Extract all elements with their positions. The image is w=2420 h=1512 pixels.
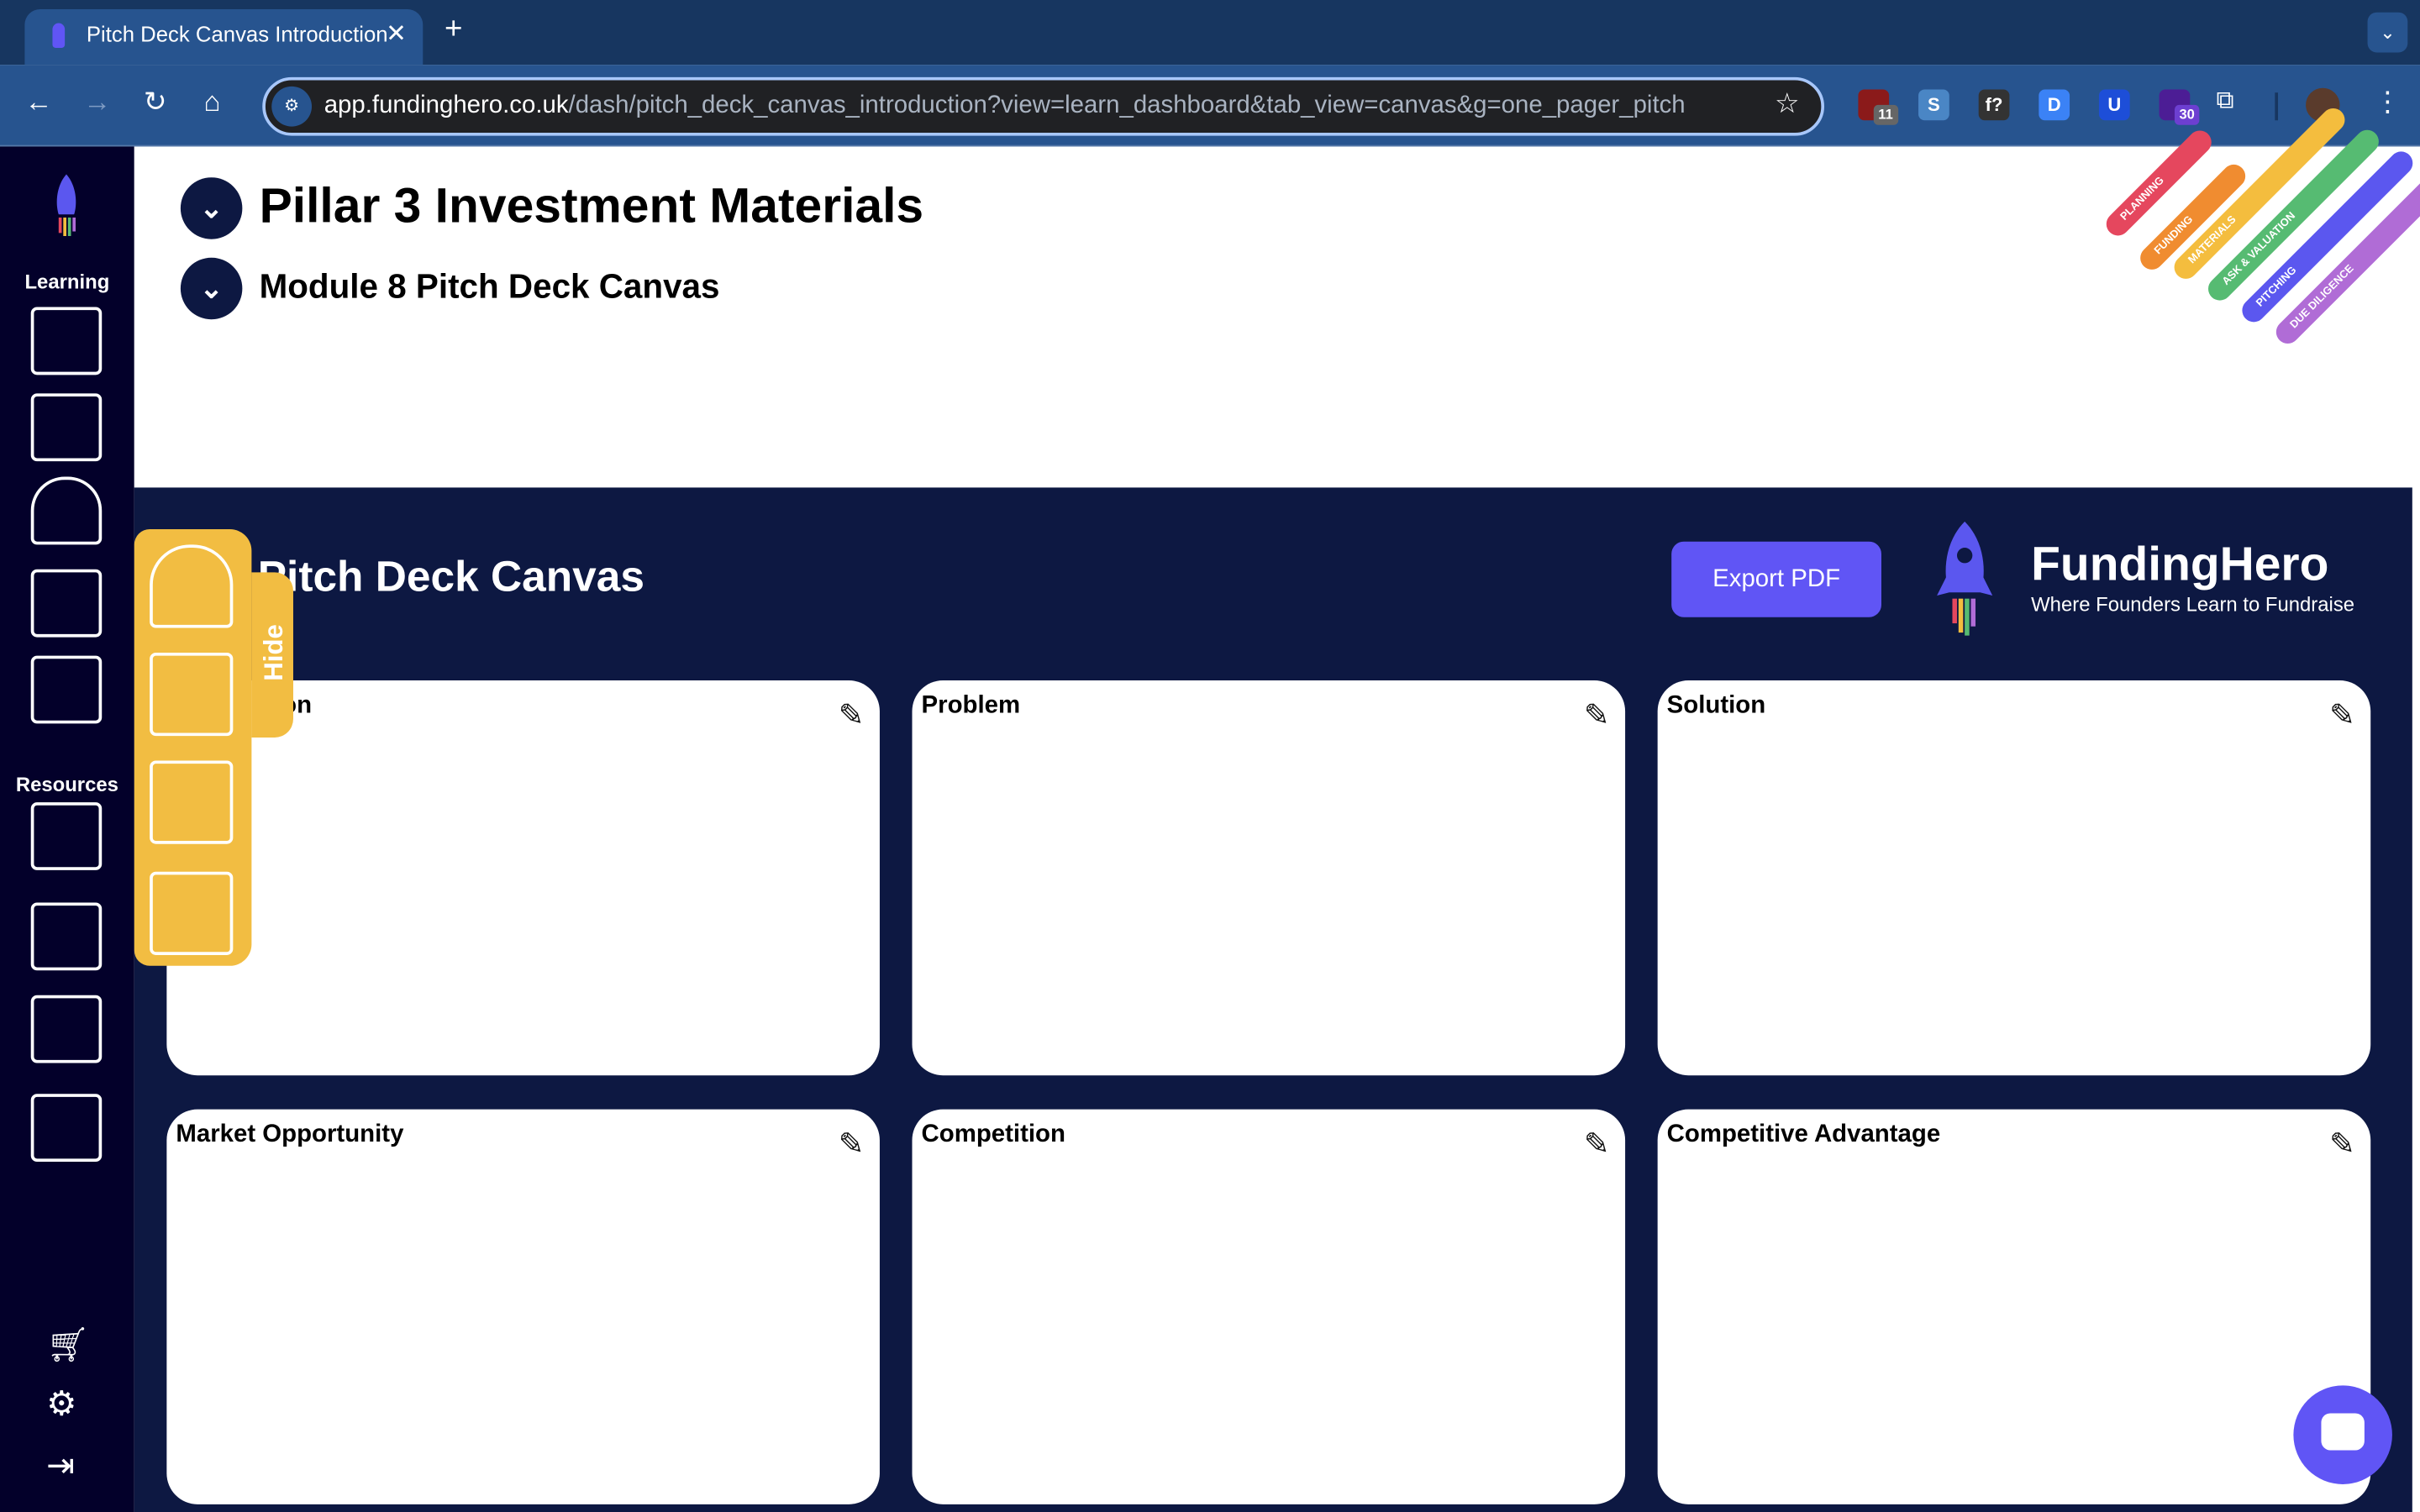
close-tab-icon[interactable]: ✕ bbox=[386, 18, 407, 50]
chat-bubble-icon bbox=[2321, 1413, 2365, 1451]
browser-menu-icon[interactable]: ⋮ bbox=[2374, 87, 2402, 119]
edit-pencil-icon[interactable]: ✎ bbox=[2329, 696, 2355, 734]
tab-search-chevron-icon[interactable]: ⌄ bbox=[2367, 12, 2408, 53]
extension-badge: 30 bbox=[2174, 104, 2200, 125]
diamond-extension-icon[interactable]: 30 bbox=[2159, 89, 2200, 125]
url-path: /dash/pitch_deck_canvas_introduction?vie… bbox=[568, 92, 1686, 119]
module-collapse-chevron-icon[interactable]: ⌄ bbox=[180, 257, 243, 320]
home-icon[interactable]: ⌂ bbox=[203, 87, 220, 119]
address-bar[interactable]: ⚙ app.fundinghero.co.uk/dash/pitch_deck_… bbox=[262, 76, 1825, 136]
d-extension-icon[interactable]: D bbox=[2039, 89, 2070, 121]
presentation-stats-icon[interactable] bbox=[30, 902, 103, 971]
extension-glyph: S bbox=[1928, 94, 1940, 116]
ai-head-icon[interactable] bbox=[30, 476, 103, 545]
toolbar-divider bbox=[2275, 92, 2279, 121]
clipboard-report-icon[interactable] bbox=[30, 569, 103, 638]
brand-tagline: Where Founders Learn to Fundraise bbox=[2031, 592, 2355, 616]
new-tab-button[interactable]: + bbox=[445, 13, 462, 48]
edit-pencil-icon[interactable]: ✎ bbox=[1584, 1125, 1610, 1163]
rocket-logo-icon bbox=[56, 174, 76, 237]
module-title: Module 8 Pitch Deck Canvas bbox=[259, 266, 720, 306]
cart-icon[interactable]: 🛒︎ bbox=[46, 1326, 89, 1366]
canvas-title: Pitch Deck Canvas bbox=[257, 552, 644, 601]
card-label: Solution bbox=[1666, 692, 1766, 719]
settings-gear-icon[interactable]: ⚙ bbox=[46, 1384, 76, 1425]
hide-label: Hide bbox=[259, 624, 289, 681]
card-label: Market Opportunity bbox=[176, 1121, 404, 1148]
presenter-monitor-icon[interactable] bbox=[150, 652, 234, 737]
pillar-collapse-chevron-icon[interactable]: ⌄ bbox=[180, 177, 243, 239]
site-settings-icon[interactable]: ⚙ bbox=[271, 86, 313, 127]
browser-toolbar: ← → ↻ ⌂ ⚙ app.fundinghero.co.uk/dash/pit… bbox=[0, 65, 2420, 147]
checklist-funding-icon[interactable] bbox=[30, 802, 103, 870]
canvas-card[interactable]: Market Opportunity ✎ bbox=[166, 1109, 880, 1504]
dashboard-monitor-icon[interactable] bbox=[30, 307, 103, 375]
canvas-card[interactable]: Description✎ bbox=[166, 680, 880, 1076]
hide-panel-tab[interactable]: Hide bbox=[251, 572, 293, 738]
tab-title: Pitch Deck Canvas Introduction bbox=[86, 21, 388, 47]
edit-pencil-icon[interactable]: ✎ bbox=[2329, 1125, 2355, 1163]
s-extension-icon[interactable]: S bbox=[1918, 89, 1949, 121]
blueprint-chart-icon[interactable] bbox=[30, 393, 103, 462]
card-label: Competitive Advantage bbox=[1666, 1121, 1941, 1148]
lockers-icon[interactable] bbox=[30, 995, 103, 1063]
extension-glyph: f? bbox=[1985, 94, 2003, 116]
extension-glyph: D bbox=[2047, 94, 2061, 116]
resources-label: Resources bbox=[15, 773, 118, 796]
browser-tab-bar: Pitch Deck Canvas Introduction ✕ + ⌄ bbox=[0, 0, 2420, 66]
pitch-deck-canvas: Pitch Deck Canvas Export PDF FundingHero… bbox=[134, 487, 2412, 1512]
document-search-icon[interactable] bbox=[30, 1094, 103, 1163]
canvas-card[interactable]: Solution ✎ bbox=[1657, 680, 2371, 1076]
browser-tab[interactable]: Pitch Deck Canvas Introduction ✕ bbox=[24, 9, 424, 66]
fundinghero-rocket-logo bbox=[1937, 521, 1993, 636]
rocket-favicon-icon bbox=[52, 23, 66, 48]
url-text[interactable]: app.fundinghero.co.uk/dash/pitch_deck_ca… bbox=[324, 92, 1686, 120]
card-label: Competition bbox=[921, 1121, 1065, 1148]
u-extension-icon[interactable]: U bbox=[2098, 89, 2130, 121]
extensions-puzzle-icon[interactable]: ⧉ bbox=[2217, 88, 2234, 116]
speedometer-monitor-icon[interactable] bbox=[150, 544, 234, 628]
export-pdf-button[interactable]: Export PDF bbox=[1671, 541, 1881, 617]
canvas-card[interactable]: Problem ✎ bbox=[912, 680, 1626, 1076]
certificate-icon[interactable] bbox=[30, 655, 103, 724]
page-header: ⌄ Pillar 3 Investment Materials ⌄ Module… bbox=[134, 103, 2420, 488]
forward-icon[interactable]: → bbox=[83, 87, 111, 119]
reload-icon[interactable]: ↻ bbox=[144, 87, 167, 119]
extension-badge: 11 bbox=[1873, 104, 1898, 125]
sidebar: Learning Resources 🛒︎ ⚙ ⇥ bbox=[0, 146, 134, 1512]
brand-name: FundingHero bbox=[2031, 537, 2329, 591]
bookmark-star-icon[interactable]: ☆ bbox=[1775, 88, 1800, 121]
ublock-icon[interactable]: 11 bbox=[1858, 89, 1898, 125]
checklist-clock-icon[interactable] bbox=[150, 871, 234, 955]
learning-label: Learning bbox=[24, 270, 110, 293]
quick-tools-panel bbox=[134, 529, 252, 966]
formula-extension-icon[interactable]: f? bbox=[1978, 89, 2010, 121]
extension-glyph: U bbox=[2107, 94, 2122, 116]
chat-support-button[interactable] bbox=[2293, 1385, 2392, 1484]
edit-pencil-icon[interactable]: ✎ bbox=[839, 696, 865, 734]
url-host: app.fundinghero.co.uk bbox=[324, 92, 569, 119]
back-icon[interactable]: ← bbox=[24, 87, 52, 119]
card-label: Problem bbox=[921, 692, 1021, 719]
canvas-card[interactable]: Competitive Advantage ✎ bbox=[1657, 1109, 2371, 1504]
pillar-title: Pillar 3 Investment Materials bbox=[259, 177, 924, 234]
edit-pencil-icon[interactable]: ✎ bbox=[1584, 696, 1610, 734]
logout-icon[interactable]: ⇥ bbox=[46, 1446, 75, 1486]
canvas-card[interactable]: Competition ✎ bbox=[912, 1109, 1626, 1504]
lockers-icon[interactable] bbox=[150, 760, 234, 844]
edit-pencil-icon[interactable]: ✎ bbox=[839, 1125, 865, 1163]
